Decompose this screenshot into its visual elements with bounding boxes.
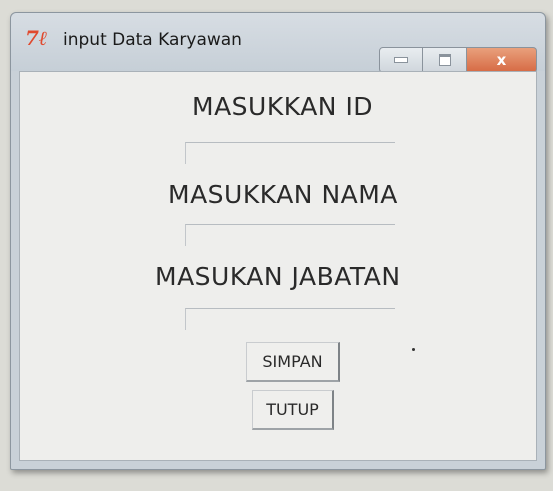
stray-dot: [412, 348, 415, 351]
close-icon: x: [496, 51, 507, 69]
close-button[interactable]: x: [467, 47, 537, 73]
minimize-button[interactable]: [379, 47, 423, 73]
id-label: MASUKKAN ID: [192, 92, 374, 121]
form-panel: MASUKKAN ID MASUKKAN NAMA MASUKAN JABATA…: [19, 71, 537, 461]
nama-label: MASUKKAN NAMA: [168, 180, 398, 209]
minimize-icon: [394, 57, 408, 63]
nama-field[interactable]: [185, 224, 395, 246]
jabatan-label: MASUKAN JABATAN: [155, 262, 401, 291]
simpan-button[interactable]: SIMPAN: [246, 342, 340, 382]
app-window: 7ℓ input Data Karyawan x MASUKKAN ID MAS…: [10, 12, 546, 470]
id-field[interactable]: [185, 142, 395, 164]
java-logo-icon: 7ℓ: [25, 26, 48, 50]
tutup-button[interactable]: TUTUP: [252, 390, 334, 430]
window-title: input Data Karyawan: [63, 30, 242, 50]
maximize-button[interactable]: [423, 47, 467, 73]
jabatan-field[interactable]: [185, 308, 395, 330]
maximize-icon: [438, 54, 451, 66]
